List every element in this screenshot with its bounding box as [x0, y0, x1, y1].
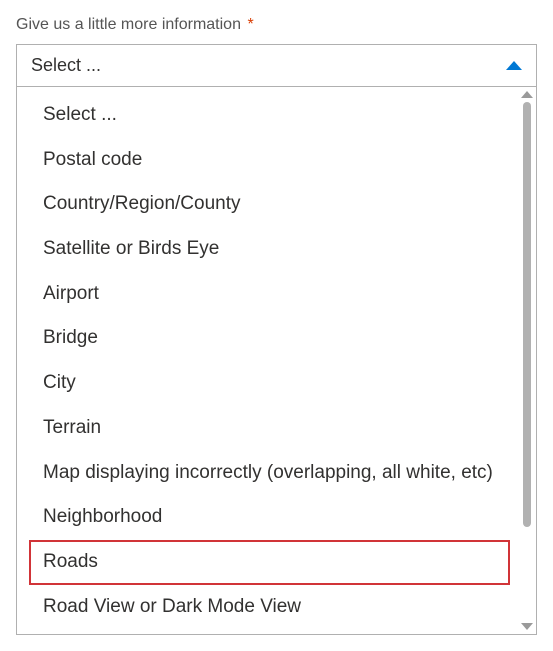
dropdown-item[interactable]: Airport — [17, 272, 518, 317]
label-text: Give us a little more information — [16, 16, 241, 33]
scroll-down-icon[interactable] — [521, 623, 533, 630]
dropdown-panel: Select ...Postal codeCountry/Region/Coun… — [16, 87, 537, 635]
dropdown-item[interactable]: Select ... — [17, 93, 518, 138]
dropdown-list: Select ...Postal codeCountry/Region/Coun… — [17, 87, 518, 634]
select-value: Select ... — [31, 55, 101, 76]
dropdown-item[interactable]: City — [17, 361, 518, 406]
dropdown-item[interactable]: Country/Region/County — [17, 182, 518, 227]
dropdown-item[interactable]: Roads — [29, 540, 510, 585]
dropdown-item[interactable]: Satellite or Birds Eye — [17, 227, 518, 272]
scroll-thumb[interactable] — [523, 102, 531, 527]
dropdown-item[interactable]: Neighborhood — [17, 495, 518, 540]
select-box[interactable]: Select ... — [16, 44, 537, 87]
dropdown-item[interactable]: Terrain — [17, 406, 518, 451]
caret-up-icon — [506, 61, 522, 70]
scroll-up-icon[interactable] — [521, 91, 533, 98]
scrollbar[interactable] — [518, 87, 536, 634]
dropdown-item[interactable]: Postal code — [17, 138, 518, 183]
dropdown-item[interactable]: Map displaying incorrectly (overlapping,… — [17, 451, 518, 496]
field-label: Give us a little more information * — [16, 16, 537, 34]
dropdown-item[interactable]: Road View or Dark Mode View — [17, 585, 518, 630]
required-asterisk: * — [247, 16, 253, 33]
dropdown-item[interactable]: Bridge — [17, 316, 518, 361]
